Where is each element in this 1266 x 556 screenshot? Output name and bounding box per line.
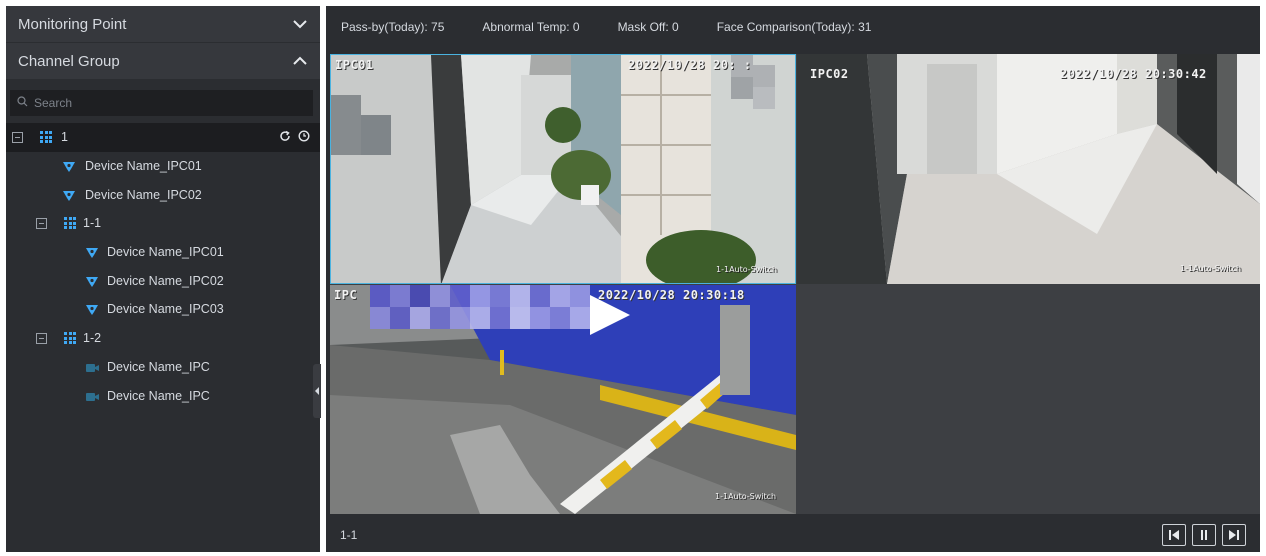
channel-sidebar: Monitoring Point Channel Group 1	[6, 6, 320, 552]
device-name: Device Name_IPC	[107, 359, 210, 374]
channel-group-header[interactable]: Channel Group	[6, 43, 320, 80]
tree-group-1-2[interactable]: 1-2	[6, 324, 320, 353]
collapse-toggle-icon[interactable]	[36, 217, 47, 229]
playback-controls	[1162, 524, 1246, 546]
mask-off-count: Mask Off: 0	[617, 20, 679, 34]
camera-icon	[63, 190, 75, 201]
grid-group-icon	[64, 217, 76, 230]
camera-icon	[63, 161, 75, 173]
next-button[interactable]	[1222, 524, 1246, 546]
camera-osd-name: IPC	[334, 288, 358, 302]
camera-osd-timestamp: 2022/10/28 20: :	[628, 58, 752, 72]
tree-device-row[interactable]: Device Name_IPC	[6, 353, 320, 382]
camera-osd-timestamp: 2022/10/28 20:30:42	[1060, 67, 1207, 81]
tree-device-row[interactable]: Device Name_IPC	[6, 381, 320, 410]
previous-button[interactable]	[1162, 524, 1186, 546]
video-tile-empty[interactable]	[797, 285, 1260, 514]
live-view-panel: Pass-by(Today): 75 Abnormal Temp: 0 Mask…	[326, 6, 1260, 552]
camera-feed-gate	[330, 285, 796, 514]
skip-next-icon	[1229, 530, 1239, 540]
monitoring-point-header[interactable]: Monitoring Point	[6, 6, 320, 43]
camera-osd-timestamp: 2022/10/28 20:30:18	[598, 288, 745, 302]
camera-feed-corridor	[331, 55, 795, 283]
tree-group-1-1[interactable]: 1-1	[6, 209, 320, 238]
channel-tree: 1 Device Name_IPC01 Device Name_IPC02 1-…	[6, 123, 320, 410]
device-name: Device Name_IPC	[107, 388, 210, 403]
device-name: Device Name_IPC03	[107, 302, 224, 317]
device-name: Device Name_IPC01	[85, 159, 202, 174]
chevron-down-icon[interactable]	[292, 16, 308, 32]
video-tile-ipc03[interactable]: IPC 2022/10/28 20:30:18 1-1Auto-Switch	[330, 285, 796, 514]
tree-device-row[interactable]: Device Name_IPC03	[6, 295, 320, 324]
tree-device-row[interactable]: Device Name_IPC01	[6, 238, 320, 267]
search-icon	[17, 96, 28, 110]
camera-icon	[86, 276, 98, 287]
tree-device-row[interactable]: Device Name_IPC01	[6, 152, 320, 181]
abnormal-temp-count: Abnormal Temp: 0	[482, 20, 580, 34]
monitoring-point-label: Monitoring Point	[18, 15, 127, 33]
device-name: Device Name_IPC02	[107, 273, 224, 288]
camera-osd-name: IPC02	[810, 67, 849, 81]
tree-group-root[interactable]: 1	[6, 123, 320, 152]
collapse-toggle-icon[interactable]	[12, 131, 23, 143]
pause-button[interactable]	[1192, 524, 1216, 546]
skip-previous-icon	[1169, 530, 1179, 540]
pass-by-count: Pass-by(Today): 75	[341, 20, 445, 34]
camera-osd-corner: 1-1Auto-Switch	[715, 492, 777, 501]
tree-device-row[interactable]: Device Name_IPC02	[6, 266, 320, 295]
device-name: Device Name_IPC01	[107, 245, 224, 260]
face-comparison-count: Face Comparison(Today): 31	[716, 20, 872, 34]
channel-group-label: Channel Group	[18, 52, 120, 70]
search-input[interactable]	[34, 96, 294, 110]
video-grid: IPC01 2022/10/28 20: : 1-1Auto-Switch IP…	[330, 54, 1260, 514]
stats-bar: Pass-by(Today): 75 Abnormal Temp: 0 Mask…	[326, 6, 1260, 48]
video-tile-ipc01[interactable]: IPC01 2022/10/28 20: : 1-1Auto-Switch	[330, 54, 796, 284]
device-name: Device Name_IPC02	[85, 187, 202, 202]
tree-group-label: 1-1	[83, 216, 102, 231]
grid-group-icon	[40, 131, 52, 144]
sidebar-collapse-handle[interactable]	[313, 364, 321, 418]
grid-group-icon	[64, 332, 76, 345]
tree-group-label: 1	[61, 130, 68, 145]
camera-offline-icon	[86, 391, 99, 401]
camera-osd-corner: 1-1Auto-Switch	[716, 265, 778, 274]
chevron-left-icon	[314, 387, 319, 395]
camera-icon	[86, 304, 98, 316]
chevron-up-icon[interactable]	[292, 53, 308, 69]
collapse-toggle-icon[interactable]	[36, 332, 47, 344]
camera-icon	[86, 247, 98, 259]
group-indicator: 1-1	[340, 528, 358, 542]
group-actions	[279, 130, 310, 145]
tree-device-row[interactable]: Device Name_IPC02	[6, 180, 320, 209]
playback-footer: 1-1	[326, 518, 1260, 552]
camera-osd-name: IPC01	[335, 58, 374, 72]
camera-feed-office	[797, 54, 1260, 284]
camera-offline-icon	[86, 362, 99, 372]
clock-icon[interactable]	[298, 130, 310, 145]
tree-group-label: 1-2	[83, 331, 102, 346]
pause-icon	[1201, 530, 1207, 540]
camera-osd-corner: 1-1Auto-Switch	[1180, 264, 1242, 273]
search-box[interactable]	[10, 90, 313, 116]
refresh-icon[interactable]	[279, 130, 291, 145]
video-tile-ipc02[interactable]: IPC02 2022/10/28 20:30:42 1-1Auto-Switch	[797, 54, 1260, 284]
